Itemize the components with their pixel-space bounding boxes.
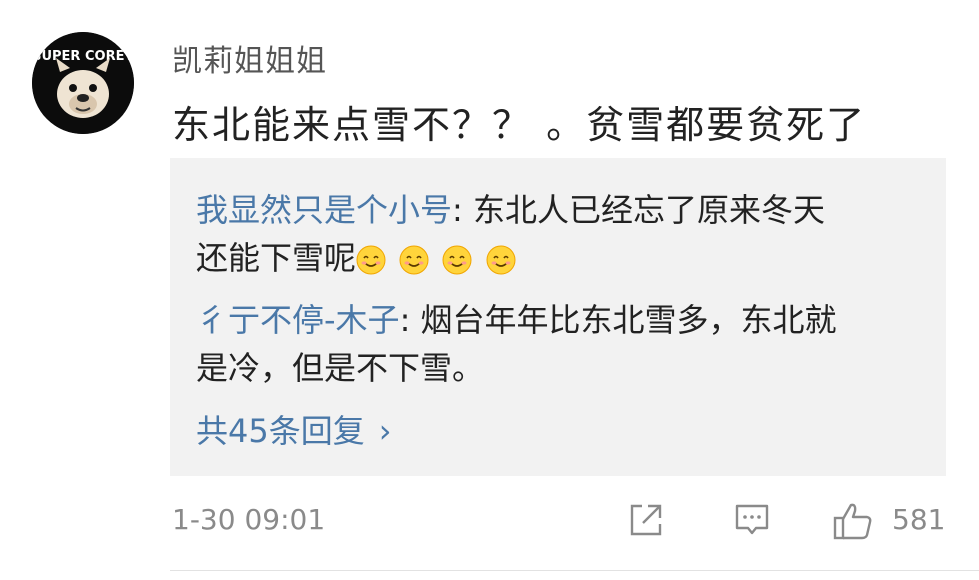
replies-box[interactable]: 我显然只是个小号: 东北人已经忘了原来冬天 还能下雪呢 彳亍不停-木子: 烟台年… <box>170 158 946 476</box>
reply-author[interactable]: 我显然只是个小号 <box>196 191 452 229</box>
avatar-text: SUPER COREY <box>32 49 134 64</box>
reply-text-line1: 东北人已经忘了原来冬天 <box>472 191 825 229</box>
avatar[interactable]: SUPER COREY <box>32 32 134 134</box>
smile-emoji-icon <box>399 245 429 275</box>
reply-text-line2: 是冷，但是不下雪。 <box>196 349 485 387</box>
like-count: 581 <box>892 503 946 536</box>
reply-author[interactable]: 彳亍不停-木子 <box>196 301 400 339</box>
share-icon <box>630 504 662 536</box>
emoji-row <box>356 236 519 284</box>
bulldog-avatar-icon: SUPER COREY <box>32 32 134 134</box>
smile-emoji-icon <box>356 245 386 275</box>
reply-separator: : <box>399 301 421 339</box>
comment-timestamp: 1-30 09:01 <box>172 503 326 536</box>
more-replies-label: 共45条回复 <box>196 412 365 450</box>
comment-icon <box>735 504 769 535</box>
reply-text-line1: 烟台年年比东北雪多，东北就 <box>420 301 837 339</box>
divider <box>170 570 979 571</box>
reply-item[interactable]: 彳亍不停-木子: 烟台年年比东北雪多，东北就 是冷，但是不下雪。 <box>196 296 896 392</box>
username[interactable]: 凯莉姐姐姐 <box>172 36 327 80</box>
smile-emoji-icon <box>442 245 472 275</box>
reply-button[interactable] <box>732 500 776 544</box>
reply-text-line2: 还能下雪呢 <box>196 239 357 277</box>
reply-separator: : <box>452 191 473 229</box>
chevron-right-icon: › <box>378 412 392 450</box>
comment-text: 东北能来点雪不？？ 。贫雪都要贫死了 <box>172 103 867 147</box>
reply-item[interactable]: 我显然只是个小号: 东北人已经忘了原来冬天 还能下雪呢 <box>196 186 896 284</box>
like-button[interactable] <box>832 500 876 544</box>
smile-emoji-icon <box>486 245 516 275</box>
share-button[interactable] <box>626 500 670 544</box>
more-replies-link[interactable]: 共45条回复 › <box>196 406 392 452</box>
thumbs-up-icon <box>833 503 872 540</box>
